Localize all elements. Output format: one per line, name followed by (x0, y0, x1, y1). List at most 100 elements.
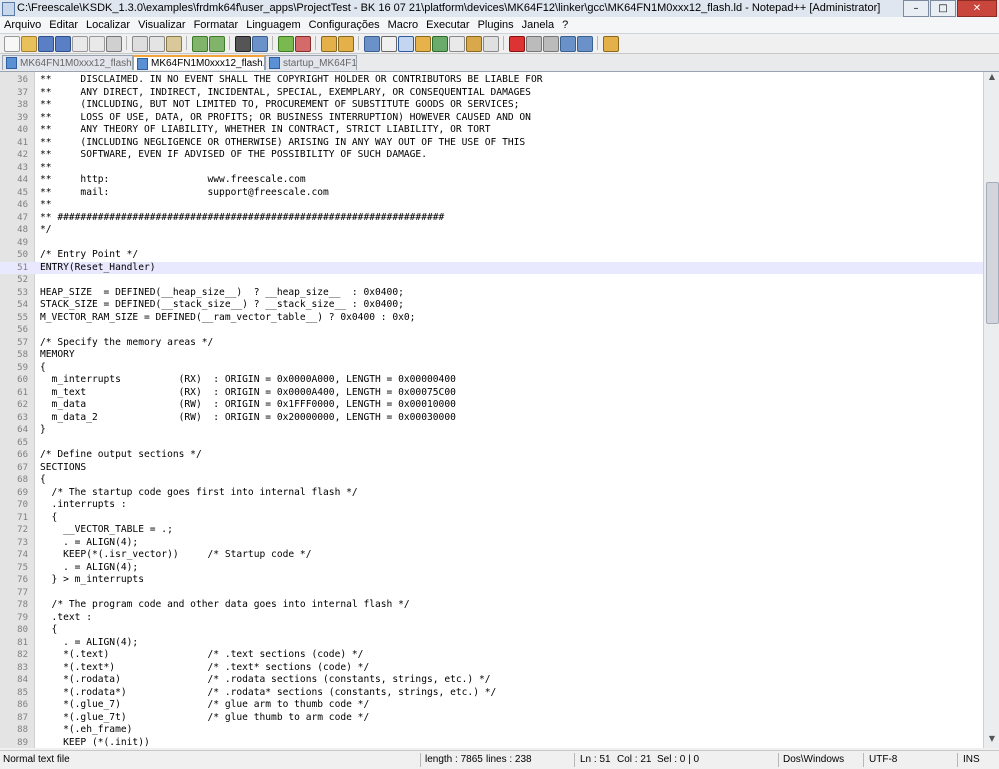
code-line[interactable]: 79 .text : (0, 612, 983, 625)
scrollbar-thumb[interactable] (986, 182, 999, 324)
code-line[interactable]: 47 ** ###################################… (0, 212, 983, 225)
code-line[interactable]: 43 ** (0, 162, 983, 175)
code-line[interactable]: 53 HEAP_SIZE = DEFINED(__heap_size__) ? _… (0, 287, 983, 300)
close-all-icon[interactable] (89, 36, 105, 52)
menu-localizar[interactable]: Localizar (82, 19, 134, 31)
menu-help[interactable]: ? (558, 19, 572, 31)
menu-linguagem[interactable]: Linguagem (242, 19, 304, 31)
open-file-icon[interactable] (21, 36, 37, 52)
code-line[interactable]: 38 ** (INCLUDING, BUT NOT LIMITED TO, PRO… (0, 99, 983, 112)
undo-icon[interactable] (192, 36, 208, 52)
code-line[interactable]: 60 m_interrupts (RX) : ORIGIN = 0x0000A0… (0, 374, 983, 387)
code-line[interactable]: 72 __VECTOR_TABLE = .; (0, 524, 983, 537)
code-line[interactable]: 82 *(.text) /* .text sections (code) */ (0, 649, 983, 662)
sync-vertical-icon[interactable] (321, 36, 337, 52)
run-macro-multiple-icon[interactable] (560, 36, 576, 52)
code-line[interactable]: 46 ** (0, 199, 983, 212)
menu-formatar[interactable]: Formatar (190, 19, 243, 31)
save-macro-icon[interactable] (577, 36, 593, 52)
redo-icon[interactable] (209, 36, 225, 52)
record-macro-icon[interactable] (509, 36, 525, 52)
code-line[interactable]: 54 STACK_SIZE = DEFINED(__stack_size__) ?… (0, 299, 983, 312)
code-line[interactable]: 61 m_text (RX) : ORIGIN = 0x0000A400, LE… (0, 387, 983, 400)
indent-guide-icon[interactable] (398, 36, 414, 52)
code-line[interactable]: 65 (0, 437, 983, 450)
code-line[interactable]: 70 .interrupts : (0, 499, 983, 512)
code-line[interactable]: 36 ** DISCLAIMED. IN NO EVENT SHALL THE C… (0, 74, 983, 87)
zoom-out-icon[interactable] (295, 36, 311, 52)
code-line[interactable]: 66 /* Define output sections */ (0, 449, 983, 462)
code-line[interactable]: 52 (0, 274, 983, 287)
code-line[interactable]: 89 KEEP (*(.init)) (0, 737, 983, 749)
code-line[interactable]: 58 MEMORY (0, 349, 983, 362)
scroll-up-icon[interactable]: ▲ (984, 72, 999, 86)
find-icon[interactable] (235, 36, 251, 52)
code-line[interactable]: 80 { (0, 624, 983, 637)
tab-file-2[interactable]: MK64FN1M0xxx12_flash.ld x (133, 55, 265, 70)
code-line[interactable]: 68 { (0, 474, 983, 487)
menu-configuracoes[interactable]: Configurações (305, 19, 384, 31)
code-line[interactable]: 73 . = ALIGN(4); (0, 537, 983, 550)
code-line[interactable]: 62 m_data (RW) : ORIGIN = 0x1FFF0000, LE… (0, 399, 983, 412)
code-line[interactable]: 81 . = ALIGN(4); (0, 637, 983, 650)
save-icon[interactable] (38, 36, 54, 52)
sync-horizontal-icon[interactable] (338, 36, 354, 52)
code-line[interactable]: 86 *(.glue_7) /* glue arm to thumb code … (0, 699, 983, 712)
code-line[interactable]: 39 ** LOSS OF USE, DATA, OR PROFITS; OR B… (0, 112, 983, 125)
scroll-down-icon[interactable]: ▼ (984, 734, 999, 748)
copy-icon[interactable] (149, 36, 165, 52)
code-line[interactable]: 84 *(.rodata) /* .rodata sections (const… (0, 674, 983, 687)
code-line[interactable]: 57 /* Specify the memory areas */ (0, 337, 983, 350)
code-line[interactable]: 69 /* The startup code goes first into i… (0, 487, 983, 500)
code-line[interactable]: 44 ** http: www.freescale.com (0, 174, 983, 187)
new-file-icon[interactable] (4, 36, 20, 52)
menu-macro[interactable]: Macro (384, 19, 423, 31)
code-line[interactable]: 50 /* Entry Point */ (0, 249, 983, 262)
playback-icon[interactable] (543, 36, 559, 52)
menu-plugins[interactable]: Plugins (474, 19, 518, 31)
close-button[interactable]: ✕ (957, 0, 997, 17)
code-line[interactable]: 87 *(.glue_7t) /* glue thumb to arm code… (0, 712, 983, 725)
tab-file-3[interactable]: startup_MK64F12.S (265, 55, 357, 70)
menu-arquivo[interactable]: Arquivo (0, 19, 45, 31)
maximize-button[interactable]: □ (930, 0, 956, 17)
code-line[interactable]: 64} (0, 424, 983, 437)
code-line[interactable]: 51 ENTRY(Reset_Handler) (0, 261, 983, 274)
code-line[interactable]: 49 (0, 237, 983, 250)
stop-recording-icon[interactable] (526, 36, 542, 52)
code-line[interactable]: 85 *(.rodata*) /* .rodata* sections (con… (0, 687, 983, 700)
vertical-scrollbar[interactable]: ▲ ▼ (983, 72, 999, 748)
code-line[interactable]: 45 ** mail: support@freescale.com (0, 187, 983, 200)
code-line[interactable]: 74 KEEP(*(.isr_vector)) /* Startup code … (0, 549, 983, 562)
doc-map-icon[interactable] (432, 36, 448, 52)
zoom-in-icon[interactable] (278, 36, 294, 52)
minimize-button[interactable]: – (903, 0, 929, 17)
close-file-icon[interactable] (72, 36, 88, 52)
show-all-chars-icon[interactable] (381, 36, 397, 52)
code-line[interactable]: 55 M_VECTOR_RAM_SIZE = DEFINED(__ram_vect… (0, 312, 983, 325)
print-icon[interactable] (106, 36, 122, 52)
code-line[interactable]: 48 */ (0, 224, 983, 237)
code-line[interactable]: 83 *(.text*) /* .text* sections (code) *… (0, 662, 983, 675)
code-line[interactable]: 88 *(.eh_frame) (0, 724, 983, 737)
menu-executar[interactable]: Executar (422, 19, 473, 31)
monitoring-icon[interactable] (483, 36, 499, 52)
code-line[interactable]: 59 { (0, 362, 983, 375)
menu-editar[interactable]: Editar (45, 19, 82, 31)
code-line[interactable]: 40 ** ANY THEORY OF LIABILITY, WHETHER IN… (0, 124, 983, 137)
code-line[interactable]: 71 { (0, 512, 983, 525)
code-line[interactable]: 78 /* The program code and other data go… (0, 599, 983, 612)
tab-file-1[interactable]: MK64FN1M0xxx12_flash.ld (2, 55, 133, 70)
code-line[interactable]: 67 SECTIONS (0, 462, 983, 475)
menu-janela[interactable]: Janela (518, 19, 558, 31)
paste-icon[interactable] (166, 36, 182, 52)
user-language-icon[interactable] (415, 36, 431, 52)
replace-icon[interactable] (252, 36, 268, 52)
menu-visualizar[interactable]: Visualizar (134, 19, 190, 31)
save-all-icon[interactable] (55, 36, 71, 52)
code-line[interactable]: 77 (0, 587, 983, 600)
word-wrap-icon[interactable] (364, 36, 380, 52)
code-editor[interactable]: 36 ** DISCLAIMED. IN NO EVENT SHALL THE C… (0, 72, 983, 748)
code-line[interactable]: 42 ** SOFTWARE, EVEN IF ADVISED OF THE PO… (0, 149, 983, 162)
code-line[interactable]: 63 m_data_2 (RW) : ORIGIN = 0x20000000, … (0, 412, 983, 425)
